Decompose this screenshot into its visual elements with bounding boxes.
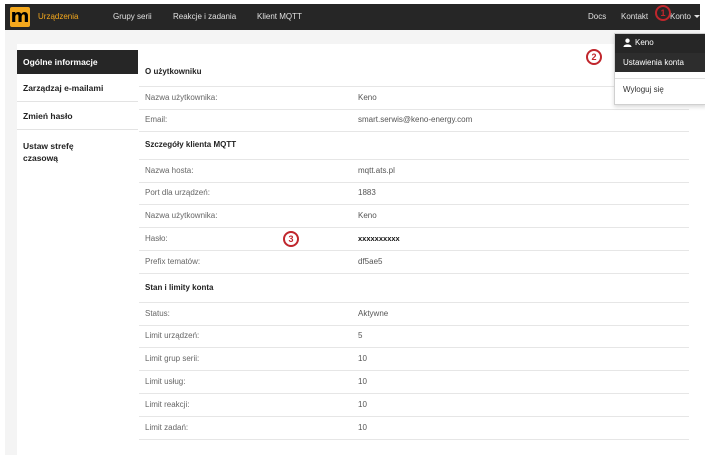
row-value: 10 <box>358 354 367 363</box>
info-row: Limit reakcji: 10 <box>139 394 689 417</box>
row-value: 5 <box>358 331 363 340</box>
row-label: Port dla urządzeń: <box>145 188 210 197</box>
row-value: 10 <box>358 423 367 432</box>
row-label: Limit grup serii: <box>145 354 200 363</box>
dropdown-divider <box>615 78 705 79</box>
sidebar-item-general-info[interactable]: Ogólne informacje <box>17 50 138 74</box>
user-icon <box>623 38 632 47</box>
sidebar-item-set-timezone[interactable]: Ustaw strefę czasową <box>17 130 138 178</box>
dropdown-user-item[interactable]: Keno <box>615 34 705 53</box>
row-label: Email: <box>145 115 168 124</box>
info-row: Limit urządzeń: 5 <box>139 325 689 348</box>
row-label: Status: <box>145 309 170 318</box>
nav-reactions-tasks[interactable]: Reakcje i zadania <box>173 4 236 30</box>
row-label: Nazwa hosta: <box>145 166 194 175</box>
nav-mqtt-client[interactable]: Klient MQTT <box>257 4 302 30</box>
sidebar-item-manage-emails[interactable]: Zarządzaj e-mailami <box>17 74 138 102</box>
nav-account-menu[interactable]: Konto <box>670 4 700 30</box>
info-row: Limit zadań: 10 <box>139 417 689 440</box>
account-dropdown-menu: Keno Ustawienia konta Wyloguj się <box>614 33 705 105</box>
row-label: Limit reakcji: <box>145 400 190 409</box>
app-logo[interactable]: m <box>10 7 30 27</box>
info-row: Email: smart.serwis@keno-energy.com <box>139 109 689 132</box>
info-row: Limit grup serii: 10 <box>139 348 689 371</box>
row-value: 1883 <box>358 188 376 197</box>
row-value: mqtt.ats.pl <box>358 166 395 175</box>
row-label: Limit zadań: <box>145 423 189 432</box>
info-row: Nazwa użytkownika: Keno <box>139 86 689 110</box>
info-row: Nazwa hosta: mqtt.ats.pl <box>139 159 689 183</box>
password-value: xxxxxxxxxx <box>358 234 400 243</box>
row-value: Keno <box>358 93 377 102</box>
info-row: Prefix tematów: df5ae5 <box>139 251 689 274</box>
dropdown-logout[interactable]: Wyloguj się <box>615 82 705 98</box>
section-title-account: Stan i limity konta <box>145 283 214 292</box>
annotation-marker-1: 1 <box>655 5 671 21</box>
info-row: Status: Aktywne <box>139 302 689 326</box>
section-title-mqtt: Szczegóły klienta MQTT <box>145 140 237 149</box>
row-label: Prefix tematów: <box>145 257 201 266</box>
info-row: Port dla urządzeń: 1883 <box>139 182 689 205</box>
row-label: Hasło: <box>145 234 168 243</box>
dropdown-account-settings[interactable]: Ustawienia konta <box>615 53 705 72</box>
row-label: Limit usług: <box>145 377 186 386</box>
info-row: Limit usług: 10 <box>139 371 689 394</box>
row-value: 10 <box>358 400 367 409</box>
account-label: Konto <box>670 12 691 21</box>
logo-letter: m <box>10 6 30 27</box>
annotation-marker-2: 2 <box>586 49 602 65</box>
settings-sidebar: Ogólne informacje Zarządzaj e-mailami Zm… <box>17 44 140 456</box>
nav-docs[interactable]: Docs <box>588 4 606 30</box>
row-value: Keno <box>358 211 377 220</box>
annotation-marker-3: 3 <box>283 231 299 247</box>
row-value: Aktywne <box>358 309 389 318</box>
caret-down-icon <box>693 15 700 19</box>
row-label: Limit urządzeń: <box>145 331 200 340</box>
nav-series-groups[interactable]: Grupy serii <box>113 4 152 30</box>
info-row: Hasło: xxxxxxxxxx <box>139 228 689 251</box>
dropdown-user-label: Keno <box>635 38 654 47</box>
row-value: smart.serwis@keno-energy.com <box>358 115 473 124</box>
nav-contact[interactable]: Kontakt <box>621 4 648 30</box>
top-navbar: m Urządzenia Grupy serii Reakcje i zadan… <box>5 4 700 30</box>
row-label: Nazwa użytkownika: <box>145 211 218 220</box>
info-row: Nazwa użytkownika: Keno <box>139 205 689 228</box>
row-label: Nazwa użytkownika: <box>145 93 218 102</box>
nav-devices[interactable]: Urządzenia <box>38 4 78 30</box>
sidebar-item-change-password[interactable]: Zmień hasło <box>17 102 138 130</box>
row-value: df5ae5 <box>358 257 383 266</box>
section-title-user: O użytkowniku <box>145 67 202 76</box>
row-value: 10 <box>358 377 367 386</box>
